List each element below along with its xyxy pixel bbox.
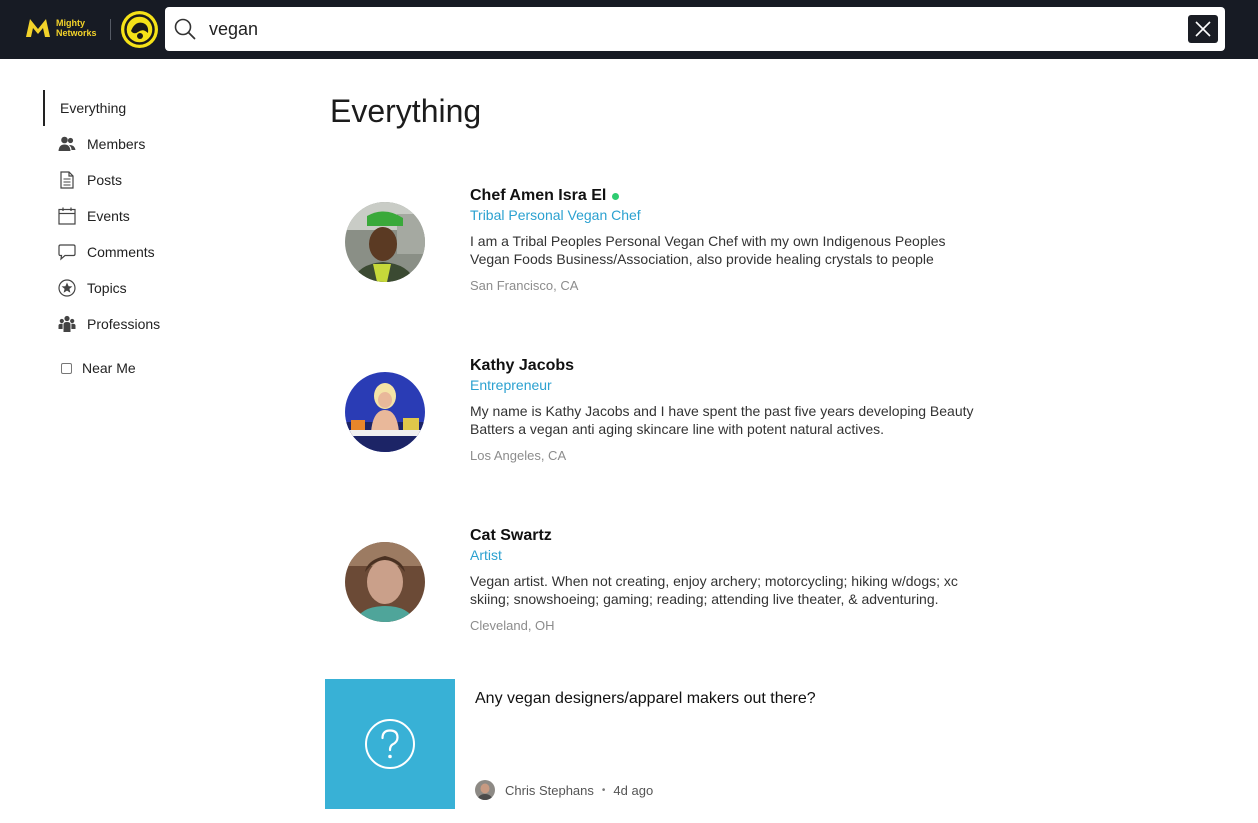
group-icon xyxy=(58,315,76,332)
sidebar-item-label: Topics xyxy=(87,280,127,296)
member-photo-image xyxy=(345,202,425,282)
sidebar-item-topics[interactable]: Topics xyxy=(43,270,263,306)
member-name-text: Kathy Jacobs xyxy=(470,357,575,374)
member-location: San Francisco, CA xyxy=(470,278,579,293)
avatar[interactable] xyxy=(345,542,425,622)
search-icon xyxy=(174,18,196,40)
question-icon xyxy=(365,719,415,769)
sidebar-item-label: Professions xyxy=(87,316,161,332)
page-title: Everything xyxy=(330,93,482,129)
member-title: Tribal Personal Vegan Chef xyxy=(470,207,641,223)
sidebar-item-label: Events xyxy=(87,208,130,224)
member-title: Artist xyxy=(470,547,502,563)
calendar-icon xyxy=(58,207,76,225)
sidebar-item-comments[interactable]: Comments xyxy=(43,234,263,270)
brand-line-2: Networks xyxy=(56,28,97,38)
member-name[interactable]: Cat Swartz xyxy=(470,526,980,546)
search-input[interactable] xyxy=(209,15,1169,43)
member-location: Los Angeles, CA xyxy=(470,448,567,463)
brand-divider xyxy=(110,19,111,40)
speech-bubble-icon xyxy=(58,244,76,261)
member-info: Cat Swartz Artist Vegan artist. When not… xyxy=(470,526,980,633)
mighty-networks-m-icon xyxy=(26,19,50,37)
sidebar-item-label: Comments xyxy=(87,244,155,260)
members-icon xyxy=(58,136,76,151)
member-result[interactable]: Cat Swartz Artist Vegan artist. When not… xyxy=(345,527,985,692)
member-bio: Vegan artist. When not creating, enjoy a… xyxy=(470,573,958,607)
member-location: Cleveland, OH xyxy=(470,618,555,633)
filter-sidebar: Everything Members Posts Events Comments… xyxy=(43,90,263,376)
top-bar: Mighty Networks xyxy=(0,0,1258,59)
sidebar-item-posts[interactable]: Posts xyxy=(43,162,263,198)
online-status-icon xyxy=(612,192,620,200)
meta-separator: • xyxy=(601,784,606,796)
member-name-text: Cat Swartz xyxy=(470,527,552,544)
mighty-networks-logo[interactable]: Mighty Networks xyxy=(25,17,97,39)
near-me-label: Near Me xyxy=(82,360,136,376)
member-bio: I am a Tribal Peoples Personal Vegan Che… xyxy=(470,233,946,267)
post-meta: Chris Stephans • 4d ago xyxy=(475,780,653,800)
avatar[interactable] xyxy=(345,372,425,452)
member-photo-image xyxy=(345,372,425,452)
sidebar-item-label: Everything xyxy=(60,100,127,116)
post-title[interactable]: Any vegan designers/apparel makers out t… xyxy=(475,690,816,708)
near-me-checkbox[interactable] xyxy=(61,362,72,374)
member-photo-image xyxy=(345,542,425,622)
member-name-text: Chef Amen Isra El xyxy=(470,187,607,204)
sidebar-item-professions[interactable]: Professions xyxy=(43,306,263,342)
post-result[interactable]: Any vegan designers/apparel makers out t… xyxy=(325,679,1025,809)
search-bar xyxy=(165,7,1225,51)
avatar[interactable] xyxy=(345,202,425,282)
member-title: Entrepreneur xyxy=(470,377,552,393)
sidebar-item-everything[interactable]: Everything xyxy=(43,90,263,126)
member-name[interactable]: Kathy Jacobs xyxy=(470,356,980,376)
member-info: Kathy Jacobs Entrepreneur My name is Kat… xyxy=(470,356,980,463)
member-name[interactable]: Chef Amen Isra El xyxy=(470,186,980,206)
member-bio: My name is Kathy Jacobs and I have spent… xyxy=(470,403,974,437)
post-thumbnail[interactable] xyxy=(325,679,455,809)
member-result[interactable]: Kathy Jacobs Entrepreneur My name is Kat… xyxy=(345,357,985,522)
member-result[interactable]: Chef Amen Isra El Tribal Personal Vegan … xyxy=(345,187,985,352)
member-info: Chef Amen Isra El Tribal Personal Vegan … xyxy=(470,186,980,293)
sidebar-item-label: Posts xyxy=(87,172,123,188)
brand-wordmark: Mighty Networks xyxy=(56,18,97,38)
near-me-filter[interactable]: Near Me xyxy=(61,360,136,376)
close-icon xyxy=(1195,21,1211,37)
community-emblem-icon xyxy=(124,14,155,45)
sidebar-item-events[interactable]: Events xyxy=(43,198,263,234)
brand-line-1: Mighty xyxy=(56,18,85,28)
post-author[interactable]: Chris Stephans xyxy=(505,783,594,798)
post-time: 4d ago xyxy=(613,782,654,798)
author-photo-image xyxy=(475,780,495,800)
community-logo[interactable] xyxy=(121,11,158,48)
close-search-button[interactable] xyxy=(1188,15,1218,43)
document-icon xyxy=(60,171,74,189)
sidebar-item-members[interactable]: Members xyxy=(43,126,263,162)
star-circle-icon xyxy=(58,279,76,297)
sidebar-item-label: Members xyxy=(87,136,146,152)
author-avatar[interactable] xyxy=(475,780,495,800)
